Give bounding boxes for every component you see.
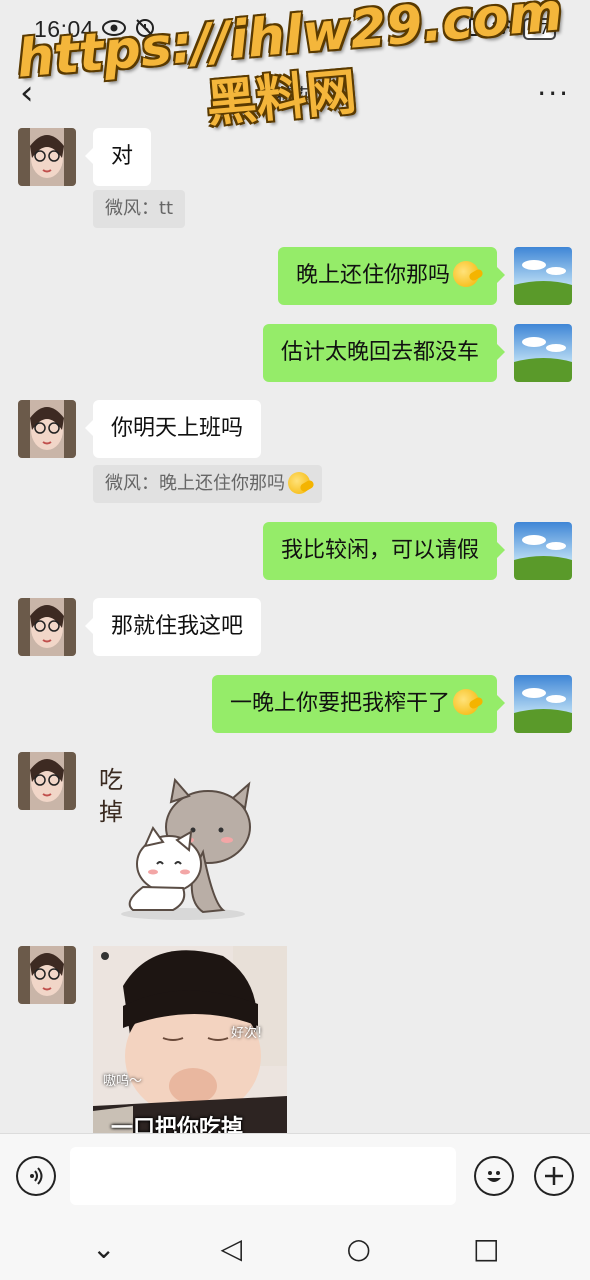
contact-avatar[interactable] (18, 752, 76, 810)
photo-caption: 一口把你吃掉 (111, 1116, 244, 1133)
message-bubble[interactable]: 你明天上班吗 (84, 400, 262, 458)
contact-avatar[interactable] (18, 400, 76, 458)
status-right: 97 (465, 17, 556, 42)
message-bubble[interactable]: 估计太晚回去都没车 (262, 324, 506, 382)
baby-photo-meme[interactable]: 好次! 嗷呜～ 一口把你吃掉 (93, 946, 287, 1133)
message-bubble[interactable]: 我比较闲，可以请假 (262, 522, 506, 580)
self-avatar[interactable] (514, 675, 572, 733)
quoted-reply[interactable]: 微风：晚上还住你那吗 (93, 465, 322, 503)
battery-indicator: 97 (522, 18, 556, 40)
message-text: 一晚上你要把我榨干了 (229, 691, 450, 716)
photo-caption: 好次! (231, 1026, 263, 1041)
plus-icon (545, 1166, 564, 1185)
more-actions-button[interactable] (534, 1155, 575, 1196)
message-text: 晚上还住你那吗 (295, 263, 450, 288)
voice-icon (29, 1166, 43, 1185)
photo-caption: 嗷呜～ (103, 1074, 143, 1089)
message-text: 估计太晚回去都没车 (280, 340, 479, 365)
message-text: 你明天上班吗 (111, 416, 244, 441)
message-bubble[interactable]: 一晚上你要把我榨干了 (211, 675, 506, 733)
nav-home-icon[interactable]: ○ (339, 1232, 379, 1265)
facepalm-emoji-icon (453, 689, 479, 715)
emoji-button[interactable] (474, 1155, 515, 1196)
quote-text: 微风：晚上还住你那吗 (105, 473, 285, 494)
self-avatar[interactable] (514, 247, 572, 305)
message-bubble[interactable]: 对 (84, 128, 152, 186)
chat-header: ‹ 花花 ··· (0, 58, 590, 128)
system-navigation-bar: ⌄ ◁ ○ □ (0, 1217, 590, 1280)
contact-avatar[interactable] (18, 946, 76, 1004)
facepalm-emoji-icon (453, 261, 479, 287)
message-input-bar (0, 1133, 590, 1217)
smiley-icon (487, 1170, 502, 1182)
sticker-text: 吃掉 (99, 766, 123, 826)
chat-title: 花花 (275, 84, 315, 108)
status-bar: 16:04 97 (0, 0, 590, 58)
message-text: 我比较闲，可以请假 (280, 538, 479, 563)
message-bubble[interactable]: 那就住我这吧 (84, 598, 262, 656)
chevron-down-icon[interactable]: ⌄ (84, 1232, 124, 1265)
eye-icon (102, 17, 127, 41)
voice-input-button[interactable] (16, 1155, 56, 1196)
quoted-reply[interactable]: 微风：tt (93, 190, 186, 228)
contact-avatar[interactable] (18, 128, 76, 186)
self-avatar[interactable] (514, 324, 572, 382)
nav-recent-apps-icon[interactable]: □ (466, 1232, 506, 1265)
message-text-field[interactable] (69, 1146, 457, 1205)
quote-text: 微风：tt (105, 198, 174, 219)
alarm-icon (134, 16, 156, 43)
message-text: 那就住我这吧 (111, 614, 244, 639)
message-bubble[interactable]: 晚上还住你那吗 (277, 247, 506, 305)
wifi-icon (491, 18, 515, 41)
nav-back-icon[interactable]: ◁ (211, 1232, 251, 1265)
contact-avatar[interactable] (18, 598, 76, 656)
cat-sticker[interactable]: 吃掉 (93, 752, 273, 932)
status-time: 16:04 (34, 15, 95, 42)
facepalm-emoji-icon (288, 472, 310, 494)
self-avatar[interactable] (514, 522, 572, 580)
message-text: 对 (111, 144, 134, 169)
vibrate-icon (465, 17, 483, 42)
chat-messages: 对 微风：tt 晚上还住你那吗 估计太晚回去都没车 你明天上班吗 微风：晚上还住… (0, 128, 590, 1133)
